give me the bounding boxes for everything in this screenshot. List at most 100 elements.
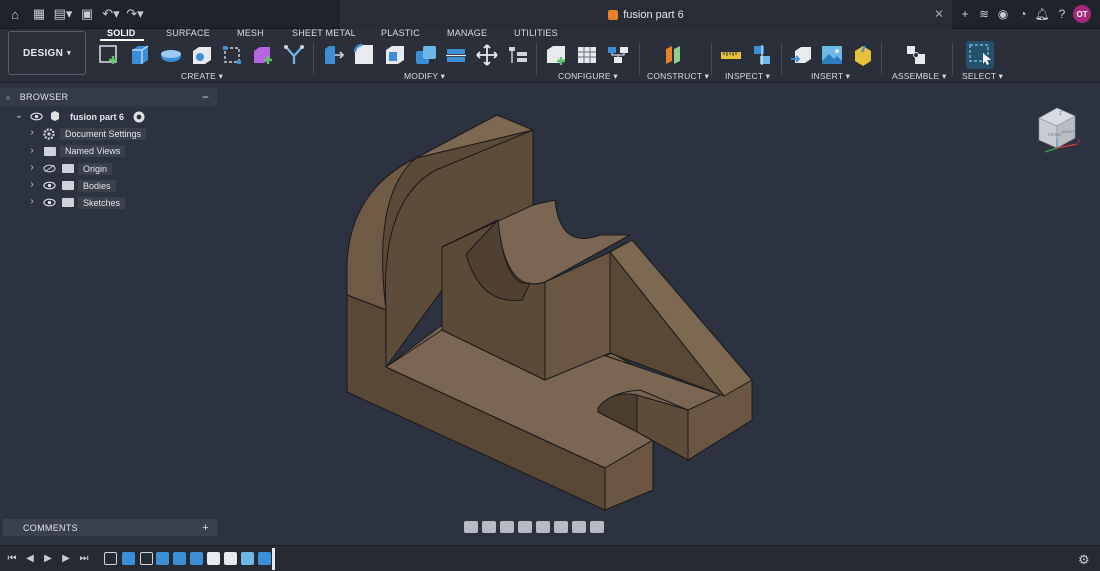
tab-utilities[interactable]: UTILITIES <box>514 28 558 38</box>
document-tab[interactable]: fusion part 6 ✕ <box>340 0 952 29</box>
viewports-icon[interactable] <box>590 521 604 533</box>
step-forward-icon[interactable]: ▶︎ <box>60 553 72 565</box>
zoom-icon[interactable] <box>518 521 532 533</box>
split-body-icon[interactable] <box>444 43 468 67</box>
extensions-icon[interactable]: ≋ <box>976 6 992 22</box>
timeline-sketch-icon[interactable] <box>140 552 153 565</box>
tree-item-bodies[interactable]: Bodies <box>78 178 116 193</box>
pan-icon[interactable] <box>500 521 514 533</box>
viewcube[interactable]: FRONT RIGHT Z X <box>1033 104 1083 156</box>
timeline-extrude-icon[interactable] <box>173 552 186 565</box>
chevron-right-icon[interactable]: › <box>27 163 37 173</box>
display-settings-icon[interactable] <box>554 521 568 533</box>
configure-group-label[interactable]: CONFIGURE ▾ <box>558 71 618 82</box>
combine-icon[interactable] <box>414 43 438 67</box>
home-icon[interactable]: ⌂ <box>6 5 24 23</box>
close-tab-icon[interactable]: ✕ <box>934 7 944 21</box>
look-at-icon[interactable] <box>482 521 496 533</box>
window-select-icon[interactable] <box>966 41 994 69</box>
timeline-sketch-icon[interactable] <box>104 552 117 565</box>
tab-sheet-metal[interactable]: SHEET METAL <box>292 28 356 38</box>
extrude-icon[interactable] <box>128 43 152 67</box>
tab-plastic[interactable]: PLASTIC <box>381 28 420 38</box>
press-pull-icon[interactable] <box>321 43 345 67</box>
go-to-start-icon[interactable]: ⏮︎ <box>6 553 18 565</box>
tree-item-document-settings[interactable]: Document Settings <box>60 126 147 141</box>
chevron-right-icon[interactable]: › <box>27 197 37 207</box>
insert-derive-icon[interactable] <box>789 43 813 67</box>
timeline-feature-icon[interactable] <box>258 552 271 565</box>
redo-icon[interactable]: ↷▾ <box>126 5 144 23</box>
offset-plane-icon[interactable] <box>662 43 686 67</box>
eye-icon[interactable] <box>30 112 43 121</box>
tree-item-sketches[interactable]: Sketches <box>78 195 126 210</box>
timeline-extrude-icon[interactable] <box>156 552 169 565</box>
timeline-extrude-icon[interactable] <box>190 552 203 565</box>
measure-icon[interactable] <box>719 43 743 67</box>
fillet-icon[interactable] <box>352 43 376 67</box>
avatar[interactable]: OT <box>1073 5 1091 23</box>
notifications-icon[interactable]: 🔔︎ <box>1034 6 1050 22</box>
new-tab-icon[interactable]: + <box>957 6 973 22</box>
chevron-down-icon[interactable]: ⌄ <box>14 111 24 121</box>
clock-icon[interactable]: ◔ <box>1015 6 1031 22</box>
gear-icon[interactable]: ⚙︎ <box>1078 552 1090 568</box>
rectangular-pattern-icon[interactable] <box>220 43 244 67</box>
construct-group-label[interactable]: CONSTRUCT ▾ <box>647 71 709 82</box>
minimize-icon[interactable]: − <box>202 90 209 104</box>
insert-mcmaster-icon[interactable] <box>851 43 875 67</box>
revolve-icon[interactable] <box>159 43 183 67</box>
timeline-extrude-icon[interactable] <box>122 552 135 565</box>
interference-icon[interactable] <box>750 43 774 67</box>
configuration-rules-icon[interactable] <box>606 43 630 67</box>
workspace-switcher[interactable]: DESIGN ▾ <box>8 31 86 75</box>
chevron-right-icon[interactable]: › <box>27 180 37 190</box>
move-icon[interactable] <box>475 43 499 67</box>
sync-icon[interactable]: ◉ <box>995 6 1011 22</box>
inspect-group-label[interactable]: INSPECT ▾ <box>725 71 770 82</box>
insert-group-label[interactable]: INSERT ▾ <box>811 71 850 82</box>
insert-canvas-icon[interactable] <box>820 43 844 67</box>
grid-settings-icon[interactable] <box>572 521 586 533</box>
orbit-icon[interactable] <box>464 521 478 533</box>
timeline-marker[interactable] <box>272 548 275 570</box>
configure-part-icon[interactable] <box>544 43 568 67</box>
tree-item-origin[interactable]: Origin <box>78 161 113 176</box>
tab-surface[interactable]: SURFACE <box>166 28 210 38</box>
step-back-icon[interactable]: ◀︎ <box>24 553 36 565</box>
timeline-fillet-icon[interactable] <box>207 552 220 565</box>
derive-icon[interactable] <box>282 43 306 67</box>
hole-icon[interactable] <box>190 43 214 67</box>
file-menu-icon[interactable]: ▤▾ <box>54 5 73 23</box>
activate-component-icon[interactable] <box>133 111 145 123</box>
play-icon[interactable]: ▶︎ <box>42 553 54 565</box>
add-comment-icon[interactable]: + <box>202 522 209 534</box>
chevron-right-icon[interactable]: › <box>27 146 37 156</box>
grid-apps-icon[interactable]: ▦ <box>30 5 48 23</box>
modify-group-label[interactable]: MODIFY ▾ <box>404 71 445 82</box>
browser-root[interactable]: fusion part 6 <box>65 109 130 124</box>
eye-icon[interactable] <box>43 198 56 207</box>
undo-icon[interactable]: ↶▾ <box>102 5 120 23</box>
comments-panel[interactable]: COMMENTS + <box>3 519 217 536</box>
chevron-right-icon[interactable]: › <box>27 128 37 138</box>
fit-icon[interactable] <box>536 521 550 533</box>
create-group-label[interactable]: CREATE ▾ <box>181 71 223 82</box>
3d-part-model[interactable] <box>330 100 770 520</box>
help-icon[interactable]: ? <box>1054 6 1070 22</box>
timeline-hole-icon[interactable] <box>224 552 237 565</box>
tab-manage[interactable]: MANAGE <box>447 28 487 38</box>
tab-solid[interactable]: SOLID <box>107 28 136 38</box>
shell-icon[interactable] <box>383 43 407 67</box>
joint-icon[interactable] <box>904 43 928 67</box>
new-component-icon[interactable] <box>251 43 275 67</box>
create-sketch-icon[interactable] <box>97 43 121 67</box>
tab-mesh[interactable]: MESH <box>237 28 264 38</box>
align-icon[interactable] <box>506 43 530 67</box>
tree-item-named-views[interactable]: Named Views <box>60 143 126 158</box>
go-to-end-icon[interactable]: ⏭︎ <box>78 553 90 565</box>
eye-hidden-icon[interactable] <box>43 164 56 173</box>
timeline-feature-icon[interactable] <box>241 552 254 565</box>
configuration-table-icon[interactable] <box>575 43 599 67</box>
collapse-panel-icon[interactable]: « <box>6 93 11 102</box>
